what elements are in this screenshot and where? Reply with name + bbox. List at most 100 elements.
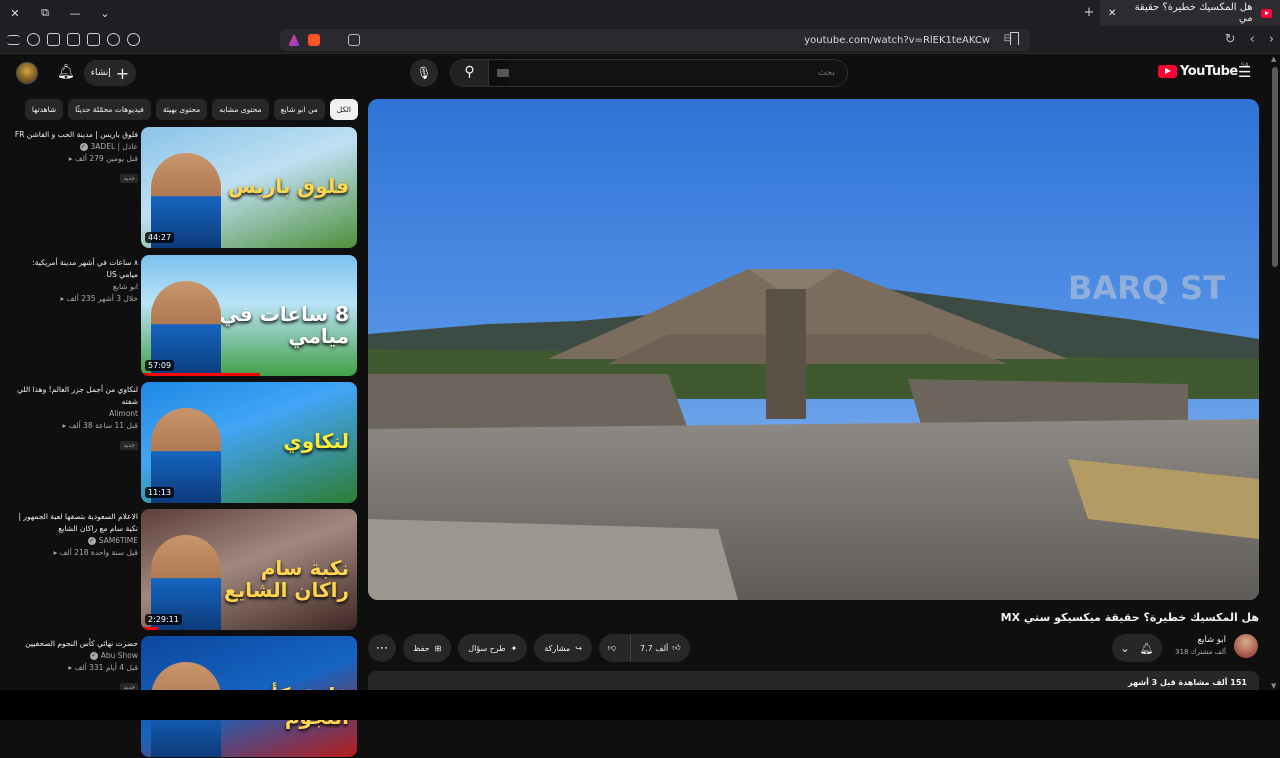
youtube-logo[interactable]: YouTube SA (1158, 62, 1249, 79)
thumbs-down-icon: 👎︎ (607, 643, 617, 652)
reload-icon[interactable]: ↻ (1225, 32, 1236, 47)
back-icon[interactable]: ‹ (1250, 32, 1255, 47)
triangle-extension-icon[interactable] (288, 34, 300, 46)
video-frame: BARQ ST (368, 99, 1259, 600)
bookmark-icon[interactable] (1010, 32, 1019, 45)
recommendation-channel-row: ابو شايع (12, 281, 138, 293)
channel-avatar[interactable] (1234, 634, 1258, 658)
extension-icon[interactable] (47, 33, 60, 46)
recommendation-channel[interactable]: SAM6TIME (99, 536, 138, 545)
upload-age: قبل 4 أيام (105, 663, 138, 672)
dislike-button[interactable]: 👎︎ (599, 634, 625, 662)
recommendation-item[interactable]: نكبة سام راكان الشايع 2:29:11 الاعلام السع… (0, 509, 360, 631)
video-thumbnail[interactable]: نكبة سام راكان الشايع 2:29:11 (141, 509, 357, 630)
recommendation-meta: لنكاوي من أجمل جزر العالم! وهذا اللي شفت… (12, 384, 138, 451)
video-player[interactable]: BARQ ST (368, 99, 1259, 600)
close-window-icon[interactable]: ✕ (0, 7, 30, 20)
recommendation-title[interactable]: الاعلام السعودية بتصفها لعبة الجمهور | ن… (12, 511, 138, 535)
filter-chip[interactable]: من ابو شايع (273, 99, 325, 120)
recommendation-channel[interactable]: Abu Show (101, 651, 138, 660)
ask-button[interactable]: طرح سؤال ✦ (458, 634, 528, 662)
url-bar[interactable]: youtube.com/watch?v=RlEK1teAKCw ⊟ (280, 29, 1030, 51)
scroll-up-icon[interactable]: ▲ (1271, 55, 1276, 63)
filter-chips: الكل من ابو شايع محتوى مشابه محتوى بهيئة فيد… (24, 99, 358, 121)
maximize-window-icon[interactable]: ⧉ (30, 6, 60, 20)
browser-tab-active[interactable]: هل المكسيك خطيرة؟ حقيقة مي ✕ (1100, 0, 1280, 26)
video-thumbnail[interactable]: لنكاوي 11:13 (141, 382, 357, 503)
share-label: مشاركة (544, 643, 571, 653)
recommendation-channel[interactable]: Alimont (109, 409, 138, 418)
recommendation-title[interactable]: لنكاوي من أجمل جزر العالم! وهذا اللي شفت… (12, 384, 138, 408)
filter-chip[interactable]: محتوى مشابه (212, 99, 269, 120)
view-count: 38 ألف (68, 421, 93, 430)
filter-chip[interactable]: الكل (329, 99, 358, 120)
upload-age: قبل سنة واحدة (90, 548, 138, 557)
screen-icon[interactable] (348, 34, 360, 46)
video-thumbnail[interactable]: فلوق باريس 44:27 (141, 127, 357, 248)
like-dislike-group: 👎︎ 7.7 ألف 👍︎ (598, 634, 690, 662)
recommendation-title[interactable]: فلوق باريس | مدينة الحب و الفاشن FR (12, 129, 138, 141)
ask-label: طرح سؤال (468, 643, 506, 653)
minimize-window-icon[interactable]: — (60, 7, 90, 20)
forward-icon[interactable]: › (1269, 32, 1274, 47)
account-avatar[interactable] (16, 62, 38, 84)
shield-icon[interactable] (27, 33, 40, 46)
recommendation-meta: الاعلام السعودية بتصفها لعبة الجمهور | ن… (12, 511, 138, 559)
recommendation-title[interactable]: حضرت نهائي كأس النجوم الصحفيين (12, 638, 138, 650)
save-button[interactable]: حفظ ⊞ (403, 634, 452, 662)
thumbnail-text: نكبة سام راكان الشايع (224, 556, 349, 603)
keyboard-icon[interactable] (497, 69, 509, 77)
recommendation-stats: قبل 11 ساعة 38 ألف ▸ (12, 420, 138, 432)
channel-name[interactable]: ابو شايع (1130, 635, 1226, 645)
like-button[interactable]: 7.7 ألف 👍︎ (630, 634, 690, 662)
youtube-play-icon (1158, 65, 1177, 78)
menu-icon[interactable] (7, 34, 20, 45)
filter-chip[interactable]: فيديوهات محمّلة حديثًا (68, 99, 151, 120)
recommendation-channel-row: Alimont (12, 408, 138, 420)
hamburger-menu-icon[interactable]: ☰ (1238, 63, 1251, 81)
recommendation-stats: قبل 4 أيام 331 ألف ▸ (12, 662, 138, 674)
recommendation-item[interactable]: لنكاوي 11:13 لنكاوي من أجمل جزر العالم! وه… (0, 382, 360, 504)
view-count: 235 ألف (66, 294, 96, 303)
more-actions-icon[interactable]: ⋯ (368, 634, 396, 662)
new-tab-button[interactable]: + (1078, 0, 1100, 26)
sidebar-icon[interactable] (87, 33, 100, 46)
music-icon[interactable] (107, 33, 120, 46)
video-actions: ⋯ حفظ ⊞ طرح سؤال ✦ مشاركة ↪ 👎︎ 7.7 ألف 👍︎ (368, 634, 690, 662)
duration-badge: 44:27 (145, 232, 175, 243)
share-button[interactable]: مشاركة ↪ (534, 634, 592, 662)
thumbnail-text: لنكاوي (283, 429, 349, 454)
thumbnail-text: فلوق باريس (228, 174, 349, 199)
chevron-down-icon[interactable]: ⌄ (90, 7, 120, 20)
voice-search-mic-icon[interactable]: 🎙︎ (410, 59, 438, 87)
reader-icon[interactable] (67, 33, 80, 46)
video-thumbnail[interactable]: 8 ساعات في ميامي 57:09 (141, 255, 357, 376)
brave-shield-icon[interactable] (308, 34, 320, 46)
page-scrollbar[interactable]: ▲ ▼ (1270, 55, 1280, 690)
bottom-bar (0, 690, 1280, 720)
create-button[interactable]: إنشاء + (84, 60, 136, 86)
scroll-down-icon[interactable]: ▼ (1271, 682, 1276, 690)
browser-titlebar: ✕ ⧉ — ⌄ + هل المكسيك خطيرة؟ حقيقة مي ✕ (0, 0, 1280, 26)
filter-chip[interactable]: شاهدتها (24, 99, 64, 120)
close-tab-icon[interactable]: ✕ (1108, 8, 1116, 19)
notifications-bell-icon[interactable]: 🔔︎ (57, 64, 75, 80)
view-count: 331 ألف (74, 663, 104, 672)
filter-chip[interactable]: محتوى بهيئة (155, 99, 208, 120)
settings-icon[interactable] (127, 33, 140, 46)
recommendation-title[interactable]: ٨ ساعات في أشهر مدينة أمريكية: ميامي US (12, 257, 138, 281)
recommendation-item[interactable]: 8 ساعات في ميامي 57:09 ٨ ساعات في أشهر مدي… (0, 255, 360, 377)
recommendation-channel[interactable]: ابو شايع (113, 282, 138, 291)
scrollbar-thumb[interactable] (1272, 67, 1278, 267)
upload-age: قبل 11 ساعة (95, 421, 138, 430)
subscriber-count: 318 ألف مشترك (1175, 648, 1226, 656)
recommendation-item[interactable]: فلوق باريس 44:27 فلوق باريس | مدينة الحب و… (0, 127, 360, 249)
logo-text: YouTube (1180, 64, 1238, 79)
recommendation-stats: قبل سنة واحدة 218 ألف ▸ (12, 547, 138, 559)
address-toolbar: youtube.com/watch?v=RlEK1teAKCw ⊟ ↻ ‹ › (0, 26, 1280, 54)
search-input[interactable] (509, 60, 847, 86)
recommendation-channel[interactable]: عادل | 3ADEL (91, 142, 138, 151)
recommendation-meta: ٨ ساعات في أشهر مدينة أمريكية: ميامي US ا… (12, 257, 138, 305)
search-icon[interactable]: ⚲ (451, 60, 489, 86)
save-label: حفظ (413, 643, 430, 653)
